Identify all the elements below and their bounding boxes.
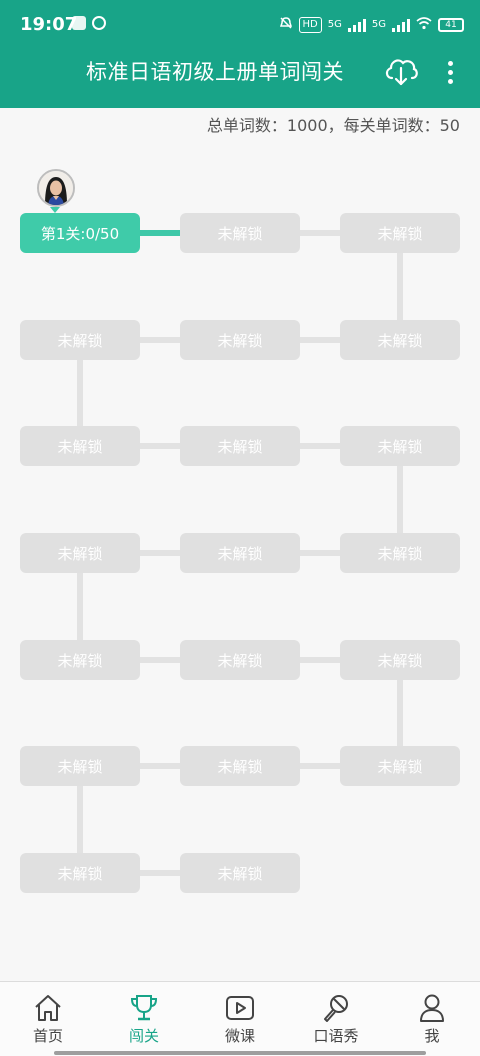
- path-connector: [397, 466, 403, 533]
- level-18-button[interactable]: 未解锁: [20, 746, 140, 786]
- word-count-summary: 总单词数：1000，每关单词数：50: [206, 116, 460, 135]
- path-connector: [140, 657, 180, 663]
- network-type-2: 5G: [371, 19, 386, 30]
- play-icon: [226, 996, 254, 1020]
- home-icon: [35, 995, 61, 1021]
- mute-icon: [279, 16, 293, 33]
- nav-microclass[interactable]: 微课: [192, 982, 288, 1056]
- path-connector: [397, 253, 403, 320]
- level-10-button[interactable]: 未解锁: [340, 533, 460, 573]
- more-vertical-icon[interactable]: [440, 56, 460, 88]
- level-17-button[interactable]: 未解锁: [180, 746, 300, 786]
- app-header: 19:07 HD 5G 5G 41 标准日语初级上册单词闯关: [0, 0, 480, 108]
- path-connector: [397, 680, 403, 747]
- accessibility-icon: [92, 16, 106, 30]
- status-time: 19:07: [20, 14, 78, 35]
- app-notification-icon: [72, 16, 86, 30]
- signal-icon-2: [392, 18, 410, 32]
- trophy-icon: [130, 995, 158, 1021]
- network-type-1: 5G: [327, 19, 342, 30]
- path-connector: [140, 550, 180, 556]
- path-connector: [77, 573, 83, 640]
- level-9-button[interactable]: 未解锁: [340, 426, 460, 466]
- user-icon: [420, 994, 444, 1022]
- nav-speaking[interactable]: 口语秀: [288, 982, 384, 1056]
- nav-home[interactable]: 首页: [0, 982, 96, 1056]
- path-connector: [140, 230, 180, 236]
- level-6-button[interactable]: 未解锁: [20, 320, 140, 360]
- level-1-button[interactable]: 第1关:0/50: [20, 213, 140, 253]
- level-16-button[interactable]: 未解锁: [340, 746, 460, 786]
- path-connector: [300, 550, 340, 556]
- level-12-button[interactable]: 未解锁: [20, 533, 140, 573]
- path-connector: [300, 443, 340, 449]
- path-connector: [140, 337, 180, 343]
- wifi-icon: [416, 16, 432, 33]
- level-3-button[interactable]: 未解锁: [340, 213, 460, 253]
- avatar: [37, 169, 75, 207]
- hd-badge: HD: [298, 16, 322, 33]
- notification-icons: [72, 16, 106, 30]
- path-connector: [77, 360, 83, 427]
- level-11-button[interactable]: 未解锁: [180, 533, 300, 573]
- nav-home-label: 首页: [32, 1027, 63, 1045]
- level-8-button[interactable]: 未解锁: [180, 426, 300, 466]
- path-connector: [140, 763, 180, 769]
- nav-challenge[interactable]: 闯关: [96, 982, 192, 1056]
- level-7-button[interactable]: 未解锁: [20, 426, 140, 466]
- cloud-download-icon[interactable]: [383, 54, 419, 88]
- level-4-button[interactable]: 未解锁: [340, 320, 460, 360]
- nav-microclass-label: 微课: [224, 1027, 255, 1045]
- path-connector: [140, 443, 180, 449]
- signal-icon: [347, 18, 366, 32]
- path-connector: [300, 230, 340, 236]
- path-connector: [300, 763, 340, 769]
- level-2-button[interactable]: 未解锁: [180, 213, 300, 253]
- nav-me[interactable]: 我: [384, 982, 480, 1056]
- avatar-pointer: [50, 207, 60, 213]
- status-bar: 19:07 HD 5G 5G 41: [0, 0, 480, 50]
- nav-me-label: 我: [424, 1027, 440, 1045]
- level-15-button[interactable]: 未解锁: [340, 640, 460, 680]
- battery-icon: 41: [438, 17, 464, 32]
- level-5-button[interactable]: 未解锁: [180, 320, 300, 360]
- page-title: 标准日语初级上册单词闯关: [86, 60, 344, 84]
- path-connector: [300, 657, 340, 663]
- title-row: 标准日语初级上册单词闯关: [0, 52, 480, 92]
- home-indicator[interactable]: [54, 1051, 426, 1055]
- microphone-icon: [324, 995, 348, 1022]
- level-19-button[interactable]: 未解锁: [20, 853, 140, 893]
- level-20-button[interactable]: 未解锁: [180, 853, 300, 893]
- path-connector: [77, 786, 83, 853]
- bottom-nav: 首页 闯关 微课 口语秀 我: [0, 981, 480, 1056]
- status-indicators: HD 5G 5G 41: [279, 16, 464, 33]
- path-connector: [300, 337, 340, 343]
- level-14-button[interactable]: 未解锁: [180, 640, 300, 680]
- nav-challenge-label: 闯关: [128, 1027, 159, 1045]
- nav-speaking-label: 口语秀: [313, 1027, 359, 1045]
- level-13-button[interactable]: 未解锁: [20, 640, 140, 680]
- path-connector: [140, 870, 180, 876]
